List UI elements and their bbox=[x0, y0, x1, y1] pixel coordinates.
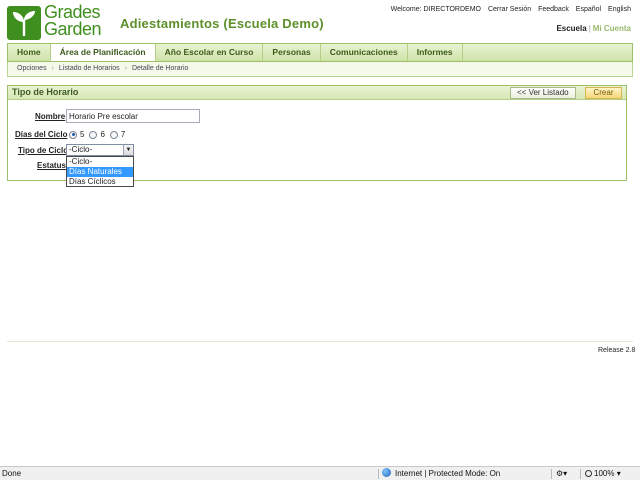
option-dias-ciclicos[interactable]: Días Cíclicos bbox=[67, 177, 133, 187]
security-zone[interactable]: Internet | Protected Mode: On bbox=[382, 467, 500, 480]
browser-status-bar: Done Internet | Protected Mode: On ⚙▾ 10… bbox=[0, 466, 640, 480]
nav-ano-escolar[interactable]: Año Escolar en Curso bbox=[156, 44, 264, 61]
option-dias-naturales[interactable]: Días Naturales bbox=[67, 167, 133, 177]
breadcrumb-listado-de-horarios[interactable]: Listado de Horarios bbox=[59, 65, 120, 72]
breadcrumb-opciones[interactable]: Opciones bbox=[17, 65, 47, 72]
nombre-label: Nombre bbox=[35, 112, 66, 121]
panel-title: Tipo de Horario bbox=[12, 87, 79, 97]
zoom-control[interactable]: 100% ▾ bbox=[585, 467, 621, 480]
tipo-de-ciclo-dropdown: -Ciclo- Días Naturales Días Cíclicos bbox=[66, 156, 134, 187]
logo-wordmark: Grades Garden bbox=[44, 2, 102, 39]
footer-divider bbox=[7, 341, 633, 342]
breadcrumb-arrow-icon: › bbox=[124, 65, 127, 72]
nav-informes[interactable]: Informes bbox=[408, 44, 463, 61]
school-title: Adiestamientos (Escuela Demo) bbox=[120, 16, 324, 31]
app-header: Grades Garden Adiestamientos (Escuela De… bbox=[0, 0, 640, 44]
escuela-link[interactable]: Escuela bbox=[556, 24, 586, 33]
dias-5-radio[interactable] bbox=[69, 130, 77, 139]
nav-home[interactable]: Home bbox=[8, 44, 51, 61]
security-zone-text: Internet | Protected Mode: On bbox=[395, 469, 501, 478]
breadcrumb-arrow-icon: › bbox=[51, 65, 54, 72]
globe-icon bbox=[382, 468, 391, 477]
english-language-link[interactable]: English bbox=[608, 6, 631, 13]
account-links: Escuela | Mi Cuenta bbox=[556, 24, 631, 33]
breadcrumb: Opciones › Listado de Horarios › Detalle de … bbox=[7, 62, 633, 77]
sprout-logo-icon bbox=[7, 6, 41, 40]
nav-comunicaciones[interactable]: Comunicaciones bbox=[321, 44, 408, 61]
grades-garden-logo[interactable]: Grades Garden bbox=[7, 2, 111, 42]
tipo-de-ciclo-label: Tipo de Ciclo bbox=[18, 146, 69, 155]
mi-cuenta-link[interactable]: Mi Cuenta bbox=[593, 24, 631, 33]
breadcrumb-detalle-de-horario: Detalle de Horario bbox=[131, 65, 189, 72]
status-divider bbox=[378, 469, 379, 479]
dias-del-ciclo-radio-group: 5 6 7 bbox=[69, 130, 130, 139]
create-button[interactable]: Crear bbox=[585, 87, 622, 99]
logout-link[interactable]: Cerrar Sesión bbox=[488, 6, 531, 13]
tipo-de-ciclo-value: -Ciclo- bbox=[69, 145, 93, 154]
dias-7-label: 7 bbox=[120, 130, 126, 139]
nombre-input[interactable] bbox=[66, 109, 200, 123]
release-version: Release 2.8 bbox=[598, 347, 636, 354]
chevron-down-icon[interactable]: ▼ bbox=[123, 145, 133, 155]
feedback-link[interactable]: Feedback bbox=[538, 6, 569, 13]
status-divider bbox=[551, 469, 552, 479]
panel-header: Tipo de Horario << Ver Listado Crear bbox=[8, 86, 626, 100]
option-ciclo[interactable]: -Ciclo- bbox=[67, 157, 133, 167]
status-divider bbox=[580, 469, 581, 479]
nav-area-de-planificacion[interactable]: Área de Planificación bbox=[50, 43, 156, 61]
zoom-level: 100% bbox=[594, 469, 615, 478]
link-separator: | bbox=[588, 24, 591, 33]
main-nav: Home Área de Planificación Año Escolar e… bbox=[7, 43, 633, 62]
tipo-de-ciclo-select[interactable]: -Ciclo- ▼ bbox=[66, 144, 134, 156]
zoom-icon bbox=[585, 470, 592, 477]
dias-6-label: 6 bbox=[100, 130, 105, 139]
status-done-text: Done bbox=[2, 469, 22, 478]
dias-7-radio[interactable] bbox=[109, 130, 118, 139]
estatus-label: Estatus bbox=[37, 161, 66, 170]
dias-6-radio[interactable] bbox=[89, 130, 98, 139]
welcome-text: Welcome: DIRECTORDEMO bbox=[390, 6, 481, 13]
top-links: Welcome: DIRECTORDEMO Cerrar Sesión Feed… bbox=[386, 6, 631, 13]
dias-del-ciclo-label: Días del Ciclo bbox=[15, 130, 68, 139]
view-list-button[interactable]: << Ver Listado bbox=[510, 87, 576, 99]
spanish-language-link[interactable]: Español bbox=[576, 6, 601, 13]
nav-personas[interactable]: Personas bbox=[263, 44, 321, 61]
gear-icon[interactable]: ⚙▾ bbox=[556, 467, 567, 480]
dias-5-label: 5 bbox=[80, 130, 85, 139]
